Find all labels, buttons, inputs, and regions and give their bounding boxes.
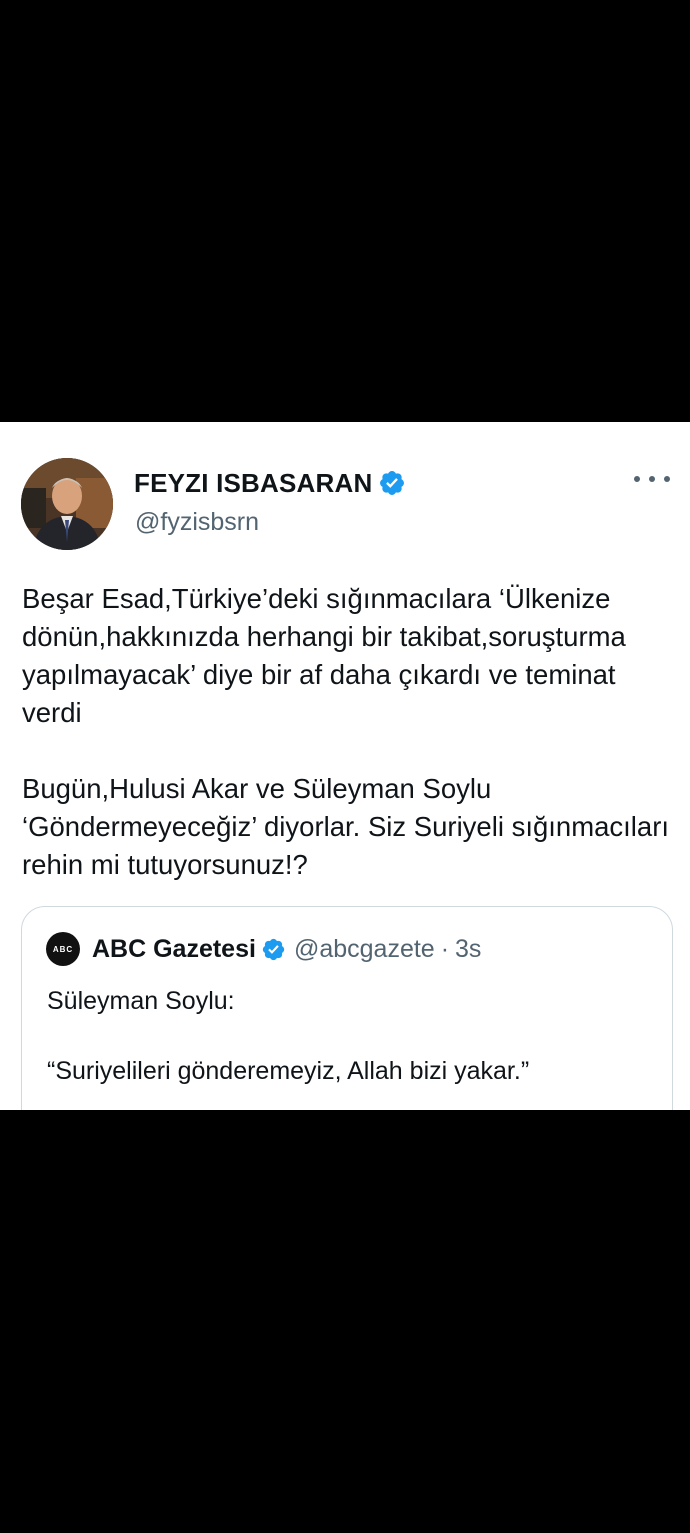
tweet-card[interactable]: FEYZI ISBASARAN @fyzisbsrn Beşar Esad,Tü… [0, 422, 690, 1110]
more-dot [664, 476, 670, 482]
quoted-tweet[interactable]: ABC ABC Gazetesi @abcgazete · 3s Süleyma… [21, 906, 673, 1110]
abc-logo-avatar[interactable]: ABC [46, 932, 80, 966]
quoted-tweet-header: ABC ABC Gazetesi @abcgazete · 3s [46, 931, 481, 967]
author-avatar[interactable] [21, 458, 113, 550]
tweet-paragraph: Bugün,Hulusi Akar ve Süleyman Soylu ‘Gön… [22, 773, 670, 880]
author-name-row: FEYZI ISBASARAN [134, 466, 406, 500]
quoted-timestamp[interactable]: 3s [455, 935, 481, 964]
quoted-paragraph: Süleyman Soylu: [47, 987, 235, 1015]
verified-badge-icon [262, 938, 285, 960]
quoted-author-name[interactable]: ABC Gazetesi [92, 935, 256, 964]
more-dot [649, 476, 655, 482]
author-handle[interactable]: @fyzisbsrn [135, 508, 259, 537]
profile-photo-icon [21, 458, 113, 550]
verified-badge-icon [380, 471, 405, 495]
tweet-text: Beşar Esad,Türkiye’deki sığınmacılara ‘Ü… [22, 580, 682, 884]
tweet-paragraph: Beşar Esad,Türkiye’deki sığınmacılara ‘Ü… [22, 583, 626, 728]
more-options-button[interactable] [634, 466, 670, 492]
quoted-tweet-text: Süleyman Soylu: “Suriyelileri gönderemey… [47, 983, 657, 1089]
screenshot-page: FEYZI ISBASARAN @fyzisbsrn Beşar Esad,Tü… [0, 0, 690, 1533]
separator-dot: · [440, 934, 450, 963]
more-dot [634, 476, 640, 482]
quoted-paragraph: “Suriyelileri gönderemeyiz, Allah bizi y… [47, 1057, 530, 1085]
quoted-author-handle[interactable]: @abcgazete [294, 935, 435, 964]
author-name[interactable]: FEYZI ISBASARAN [134, 468, 372, 499]
